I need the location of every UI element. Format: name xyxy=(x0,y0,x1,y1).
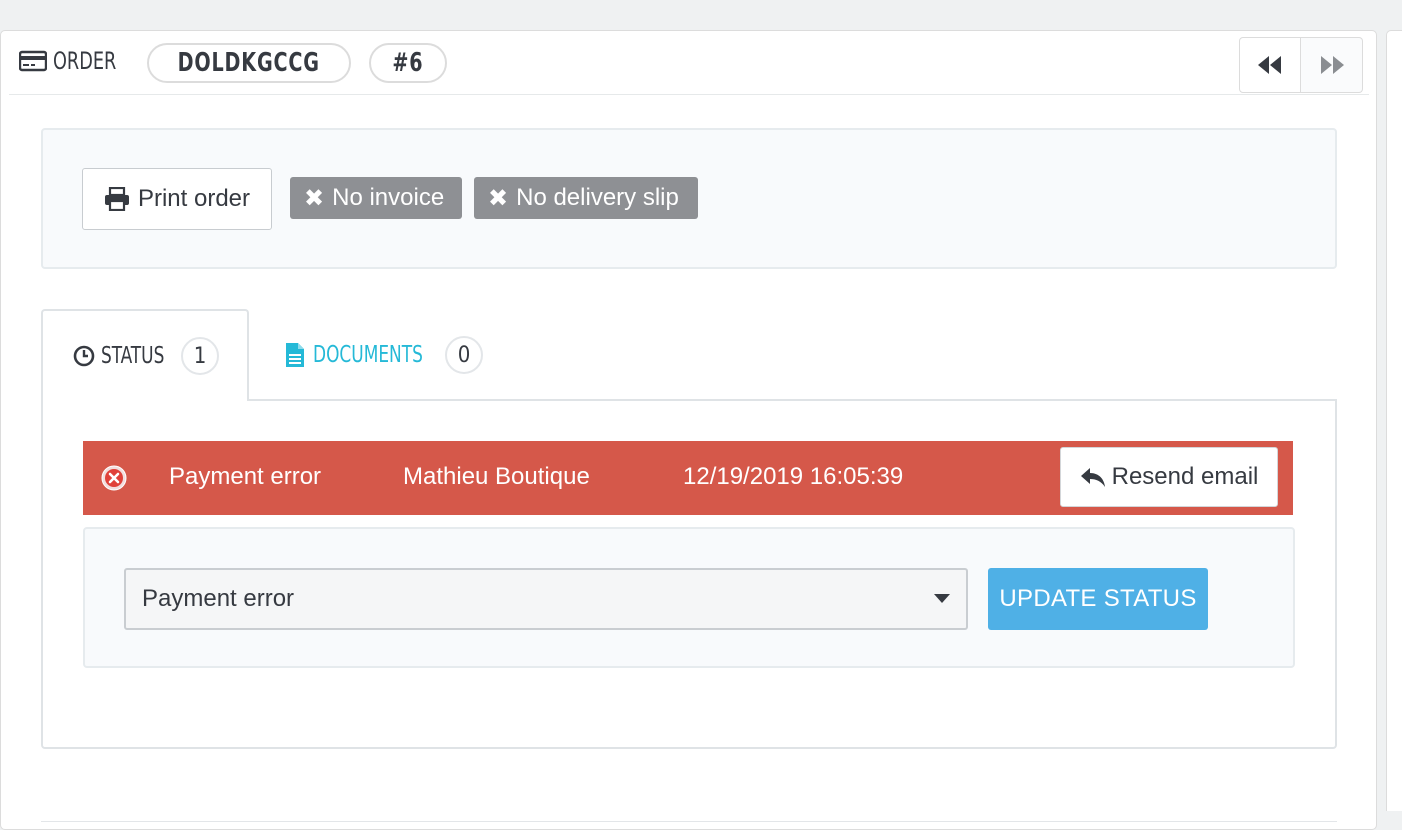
print-icon xyxy=(104,187,129,211)
divider xyxy=(41,821,1337,822)
order-number: #6 xyxy=(392,48,424,78)
update-status-button[interactable]: UPDATE STATUS xyxy=(988,568,1208,630)
next-order-button[interactable] xyxy=(1301,37,1363,93)
fast-backward-icon xyxy=(1258,56,1281,74)
order-reference: DOLDKGCCG xyxy=(177,48,321,78)
tab-status-label: STATUS xyxy=(101,343,165,369)
tab-documents-label: DOCUMENTS xyxy=(313,342,423,368)
fast-forward-icon xyxy=(1320,56,1344,74)
order-reference-badge: DOLDKGCCG xyxy=(147,43,351,83)
close-icon: ✖ xyxy=(304,184,325,212)
tab-status[interactable]: STATUS 1 xyxy=(41,309,249,401)
tab-documents[interactable]: DOCUMENTS 0 xyxy=(285,309,483,401)
order-status-select[interactable]: Payment error xyxy=(124,568,968,630)
no-invoice-label: No invoice xyxy=(332,184,445,211)
resend-email-label: Resend email xyxy=(1111,463,1259,490)
order-label: ORDER xyxy=(53,47,117,75)
tab-documents-count: 0 xyxy=(445,336,483,374)
no-invoice-badge: ✖ No invoice xyxy=(290,177,462,219)
update-status-label: UPDATE STATUS xyxy=(999,585,1197,612)
document-icon xyxy=(286,343,304,367)
documents-toolbar: Print order ✖ No invoice ✖ No delivery s… xyxy=(41,128,1337,269)
status-date: 12/19/2019 16:05:39 xyxy=(683,463,904,490)
selected-status: Payment error xyxy=(142,585,295,612)
no-delivery-slip-badge: ✖ No delivery slip xyxy=(474,177,698,219)
panel-heading: ORDER DOLDKGCCG #6 xyxy=(9,31,1369,95)
status-employee: Mathieu Boutique xyxy=(403,463,590,490)
order-number-badge: #6 xyxy=(369,43,447,83)
status-history-row: Payment error Mathieu Boutique 12/19/201… xyxy=(83,441,1293,515)
error-icon xyxy=(101,465,127,491)
clock-icon xyxy=(73,345,95,367)
print-order-button[interactable]: Print order xyxy=(82,168,272,230)
resend-email-button[interactable]: Resend email xyxy=(1060,447,1278,507)
order-title: ORDER xyxy=(19,47,141,75)
close-icon: ✖ xyxy=(488,184,509,212)
active-tab-connector xyxy=(43,397,247,403)
credit-card-icon xyxy=(19,50,47,72)
previous-order-button[interactable] xyxy=(1239,37,1301,93)
chevron-down-icon xyxy=(934,594,950,603)
order-panel: ORDER DOLDKGCCG #6 Print order ✖ No invo… xyxy=(0,30,1377,830)
reply-icon xyxy=(1080,468,1105,487)
order-navigation xyxy=(1239,37,1363,93)
update-status-form: Payment error UPDATE STATUS xyxy=(83,527,1295,668)
tab-status-count: 1 xyxy=(181,337,219,375)
no-delivery-slip-label: No delivery slip xyxy=(516,184,679,211)
print-order-label: Print order xyxy=(137,185,251,212)
adjacent-panel-edge xyxy=(1386,30,1402,811)
status-name: Payment error xyxy=(169,463,322,490)
